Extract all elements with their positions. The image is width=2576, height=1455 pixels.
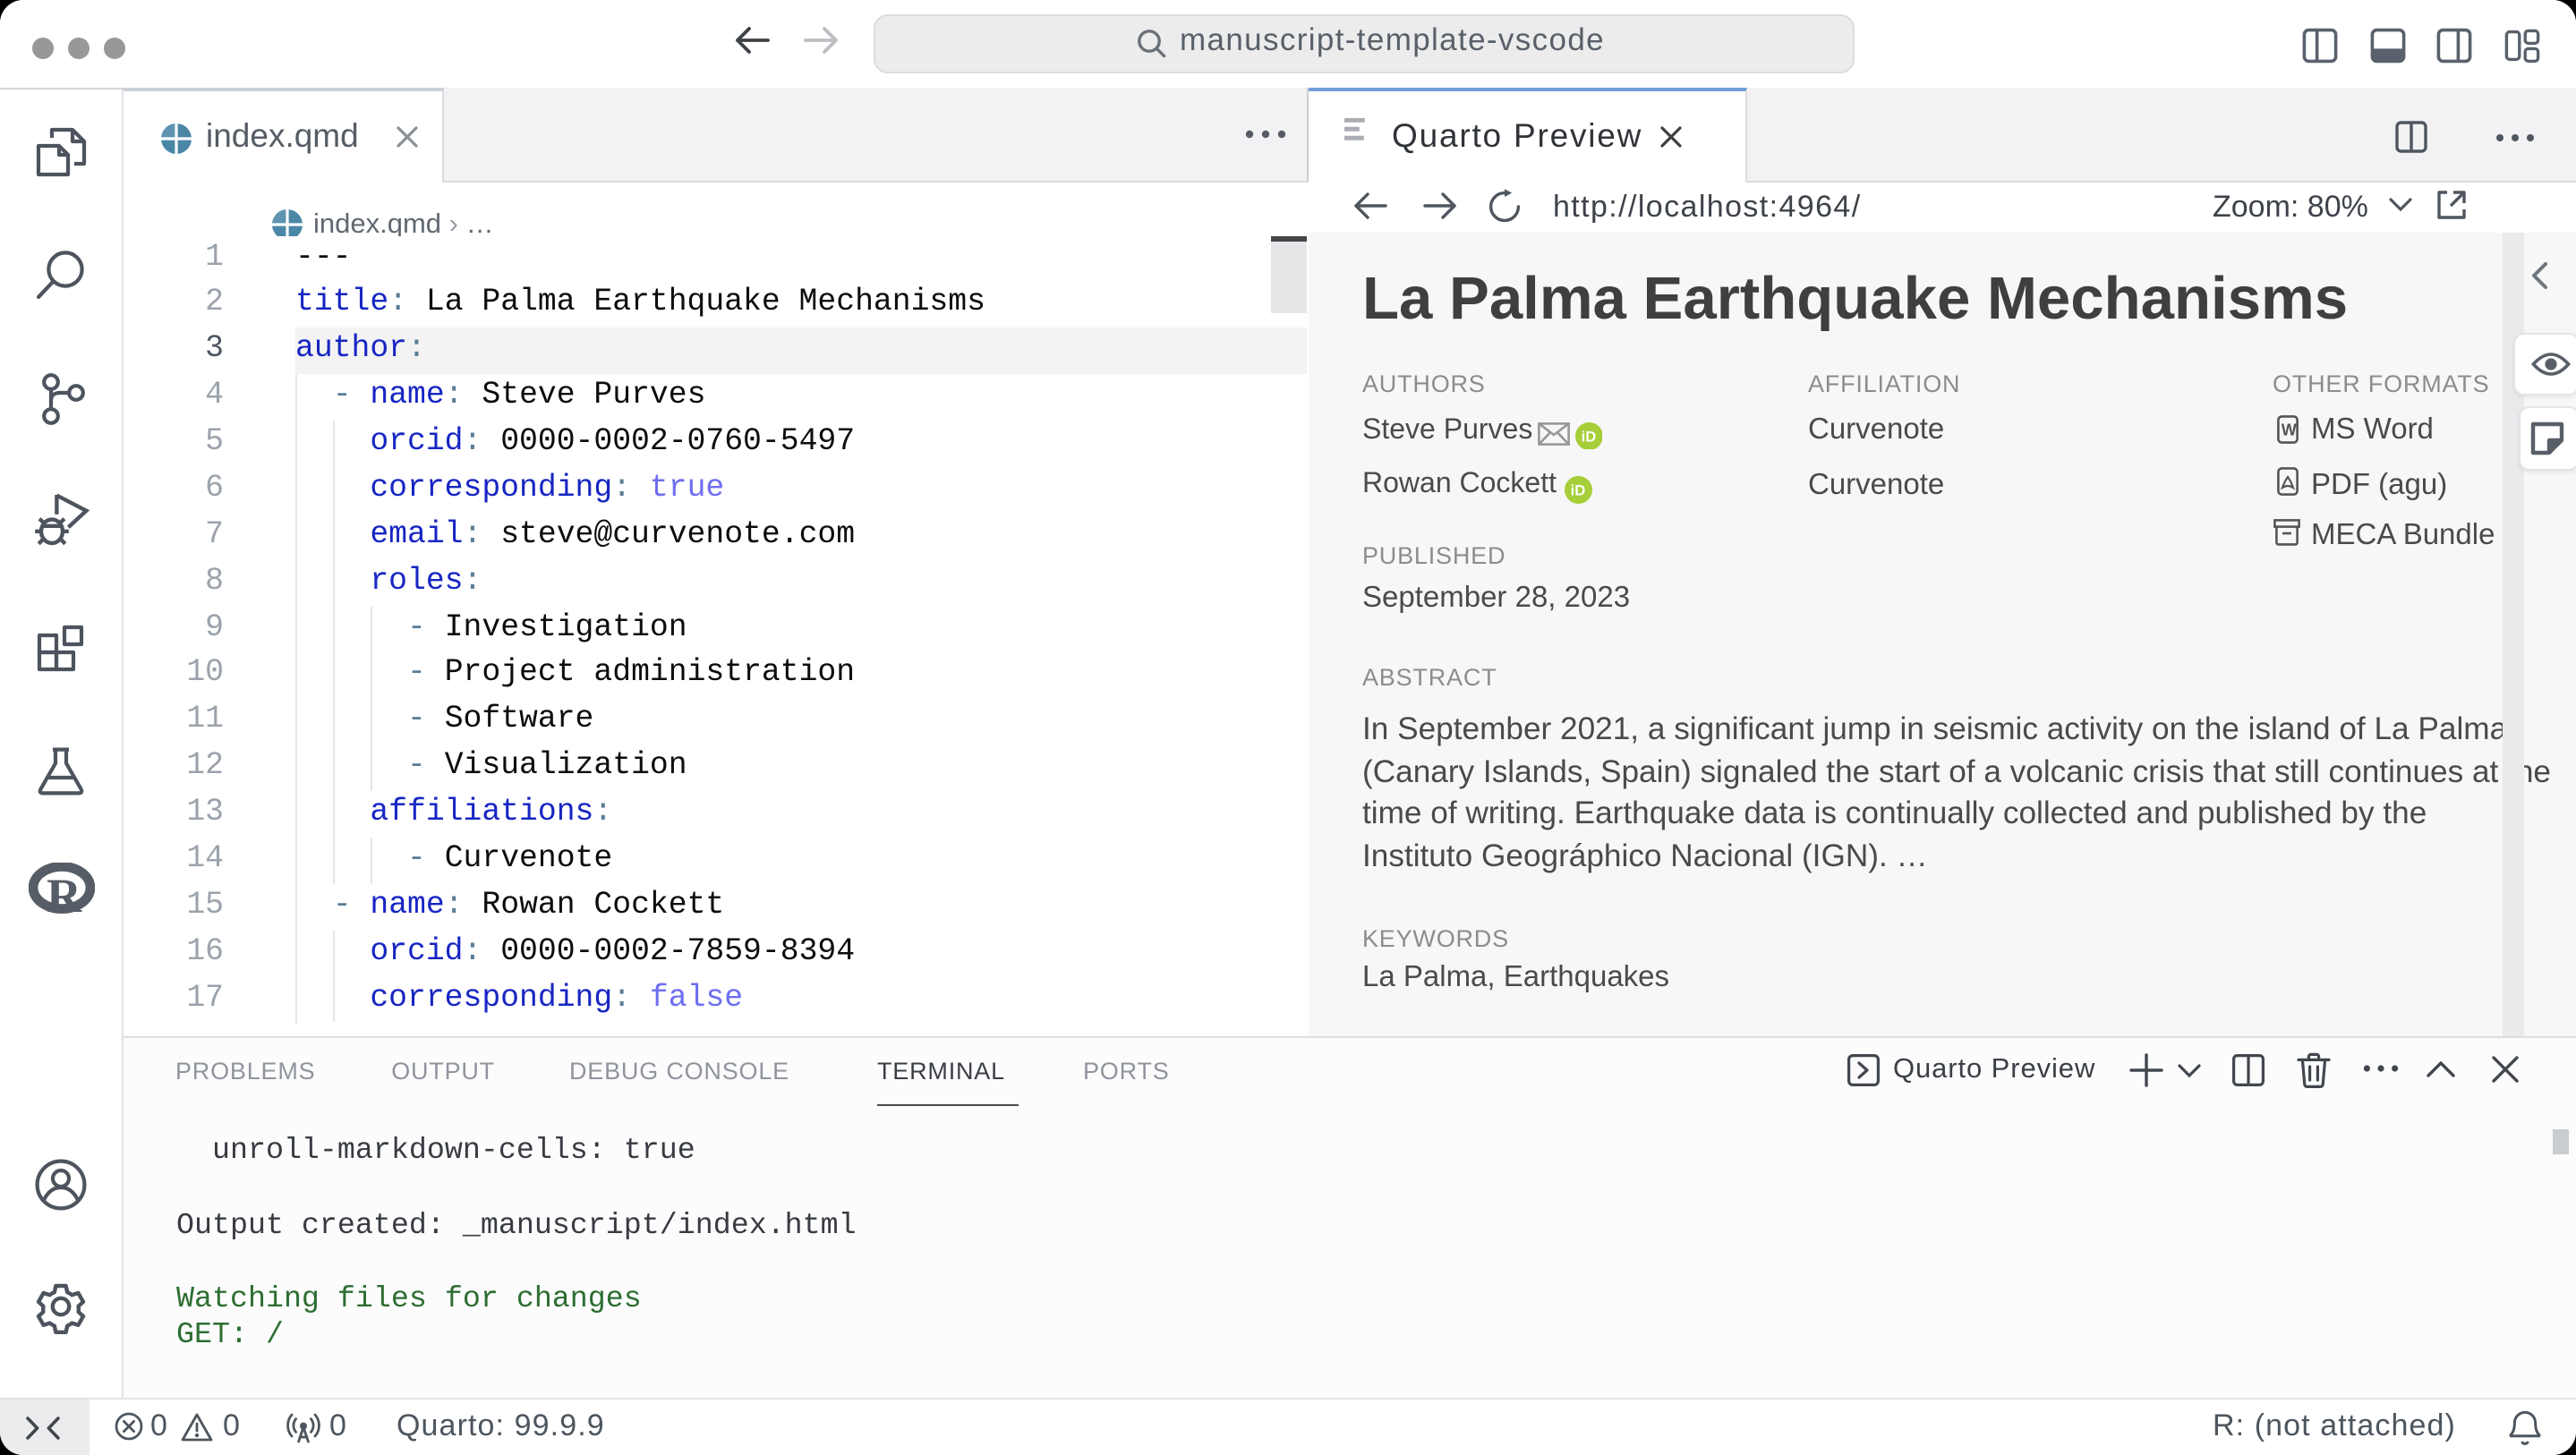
svg-text:W: W: [2281, 421, 2296, 438]
svg-text:R: R: [46, 869, 81, 920]
svg-text:iD: iD: [1571, 482, 1586, 499]
svg-text:iD: iD: [1581, 428, 1596, 445]
